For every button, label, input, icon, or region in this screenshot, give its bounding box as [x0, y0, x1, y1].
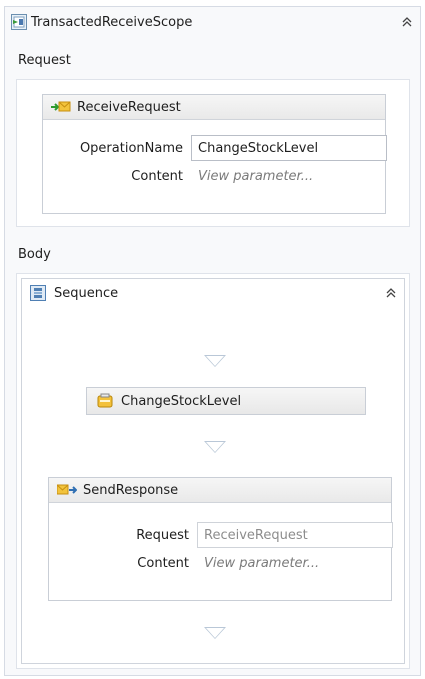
collapse-icon[interactable] [400, 15, 414, 29]
drop-target-icon[interactable] [204, 441, 226, 453]
sequence-activity[interactable]: Sequence ChangeStockLevel SendResponse R… [21, 278, 405, 664]
scope-icon [11, 14, 27, 30]
transacted-receive-scope[interactable]: TransactedReceiveScope Request ReceiveRe… [4, 6, 421, 676]
drop-target-icon[interactable] [204, 355, 226, 367]
receive-activity[interactable]: ReceiveRequest OperationName ChangeStock… [42, 94, 387, 214]
scope-header[interactable]: TransactedReceiveScope [5, 7, 420, 37]
invoke-method-icon [97, 393, 113, 409]
send-request-label: Request [136, 527, 189, 543]
receive-envelope-icon [51, 101, 71, 113]
drop-target-icon[interactable] [204, 627, 226, 639]
body-panel: Sequence ChangeStockLevel SendResponse R… [16, 273, 410, 669]
change-stock-level-activity[interactable]: ChangeStockLevel [86, 387, 366, 415]
send-content-label: Content [137, 555, 189, 571]
send-request-row: Request ReceiveRequest [49, 522, 393, 548]
receive-activity-header[interactable]: ReceiveRequest [43, 95, 385, 120]
receive-view-parameter-link[interactable]: View parameter... [198, 169, 313, 184]
sequence-collapse-icon[interactable] [384, 286, 398, 300]
send-activity[interactable]: SendResponse Request ReceiveRequest Cont… [48, 477, 393, 601]
send-envelope-icon [56, 484, 78, 496]
send-view-parameter-link[interactable]: View parameter... [204, 556, 319, 571]
sequence-title: Sequence [54, 285, 119, 301]
send-content-row: Content View parameter... [49, 550, 391, 576]
receive-content-row: Content View parameter... [43, 163, 385, 189]
operation-name-label: OperationName [79, 140, 183, 156]
operation-name-field[interactable]: ChangeStockLevel [191, 135, 387, 161]
sequence-icon [30, 285, 46, 301]
scope-title: TransactedReceiveScope [31, 14, 193, 30]
request-panel: ReceiveRequest OperationName ChangeStock… [16, 79, 410, 227]
body-section-label: Body [18, 247, 51, 262]
send-request-field[interactable]: ReceiveRequest [197, 522, 393, 548]
send-activity-header[interactable]: SendResponse [49, 478, 391, 503]
send-activity-title: SendResponse [83, 482, 179, 498]
change-stock-level-title: ChangeStockLevel [121, 393, 242, 409]
sequence-header[interactable]: Sequence [22, 279, 404, 307]
operation-row: OperationName ChangeStockLevel [43, 135, 387, 161]
receive-content-label: Content [131, 168, 183, 184]
request-section-label: Request [18, 53, 71, 68]
receive-activity-title: ReceiveRequest [77, 99, 181, 115]
